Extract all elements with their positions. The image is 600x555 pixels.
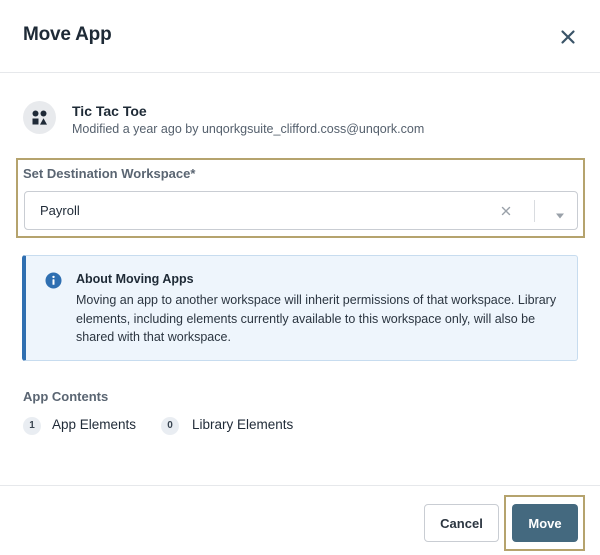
dialog-title: Move App [23,24,112,45]
clear-icon [501,206,511,216]
workspace-select[interactable]: Payroll [24,191,578,230]
app-avatar [23,101,56,134]
move-button[interactable]: Move [512,504,578,542]
library-elements-count: 0 [161,417,179,435]
dialog-header: Move App [0,0,600,73]
library-elements-label: Library Elements [192,417,294,432]
app-name: Tic Tac Toe [72,103,147,119]
info-callout: About Moving Apps Moving an app to anoth… [22,255,578,361]
info-title: About Moving Apps [76,272,194,286]
close-button[interactable] [556,25,580,49]
app-modified-info: Modified a year ago by unqorkgsuite_clif… [72,122,425,136]
chevron-down-icon [556,213,564,219]
app-contents-label: App Contents [23,389,109,404]
move-button-highlight: Move [504,495,585,551]
app-elements-count: 1 [23,417,41,435]
info-text: Moving an app to another workspace will … [76,293,557,344]
select-divider [534,200,535,222]
cancel-button[interactable]: Cancel [424,504,499,542]
app-elements-label: App Elements [52,417,137,432]
clear-selection-button[interactable] [499,204,513,218]
dialog-footer: Cancel Move [0,485,600,555]
info-icon [45,272,62,289]
app-summary: Tic Tac Toe Modified a year ago by unqor… [23,101,563,141]
destination-workspace-label: Set Destination Workspace* [23,166,196,181]
close-icon [561,30,575,44]
workspace-select-value: Payroll [40,203,80,218]
destination-workspace-field: Set Destination Workspace* Payroll [16,158,585,238]
dropdown-toggle[interactable] [555,207,565,219]
tic-tac-toe-icon [32,110,47,125]
